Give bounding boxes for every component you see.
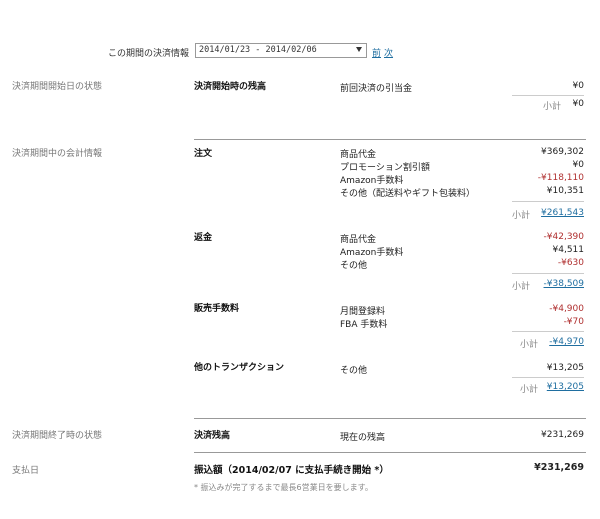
- start-item-value: ¥0: [572, 81, 584, 91]
- orders-item-value: -¥118,110: [537, 173, 584, 183]
- other-item-value: ¥13,205: [546, 363, 584, 373]
- other-item-label: その他: [340, 366, 368, 376]
- payment-heading: 振込額（2014/02/07 に支払手続き開始 *）: [194, 465, 389, 476]
- prev-period-link[interactable]: 前: [372, 46, 381, 59]
- sales-fees-heading: 販売手数料: [194, 304, 240, 314]
- start-item-label: 前回決済の引当金: [340, 84, 413, 94]
- chevron-down-icon[interactable]: [356, 47, 362, 52]
- sales-fees-item-label: 月間登録料: [340, 307, 386, 317]
- orders-item-label: Amazon手数料: [340, 176, 404, 186]
- next-period-link[interactable]: 次: [384, 46, 393, 59]
- orders-item-value: ¥369,302: [541, 147, 584, 157]
- sales-fees-item-label: FBA 手数料: [340, 320, 388, 330]
- orders-item-value: ¥0: [572, 160, 584, 170]
- orders-subtotal-link[interactable]: ¥261,543: [541, 208, 584, 218]
- start-subtotal-value: ¥0: [572, 99, 584, 109]
- refunds-heading: 返金: [194, 233, 213, 243]
- sales-fees-subtotal-label: 小計: [520, 340, 539, 350]
- period-select-value: 2014/01/23 - 2014/02/06: [199, 45, 317, 55]
- orders-heading: 注文: [194, 149, 213, 159]
- section-label-start: 決済期間開始日の状態: [12, 82, 103, 92]
- period-select[interactable]: 2014/01/23 - 2014/02/06: [195, 43, 367, 58]
- start-subtotal-label: 小計: [543, 102, 562, 112]
- orders-subtotal-label: 小計: [512, 211, 531, 221]
- refunds-item-label: その他: [340, 261, 368, 271]
- divider: [512, 201, 584, 202]
- refunds-subtotal-label: 小計: [512, 282, 531, 292]
- period-label: この期間の決済情報: [108, 49, 190, 59]
- other-subtotal-label: 小計: [520, 385, 539, 395]
- other-subtotal-link[interactable]: ¥13,205: [547, 382, 584, 392]
- sales-fees-subtotal-link[interactable]: -¥4,970: [549, 337, 584, 347]
- end-item-label: 現在の残高: [340, 433, 386, 443]
- orders-item-label: 商品代金: [340, 150, 377, 160]
- section-divider: [194, 452, 586, 453]
- orders-item-label: プロモーション割引額: [340, 163, 430, 173]
- refunds-subtotal-link[interactable]: -¥38,509: [544, 279, 584, 289]
- divider: [512, 95, 584, 96]
- refunds-item-label: 商品代金: [340, 235, 377, 245]
- end-heading: 決済残高: [194, 431, 231, 441]
- payment-note: * 振込みが完了するまで最長6営業日を要します。: [194, 483, 373, 492]
- orders-item-label: その他（配送料やギフト包装料）: [340, 189, 476, 199]
- refunds-item-label: Amazon手数料: [340, 248, 404, 258]
- payment-value: ¥231,269: [534, 462, 584, 473]
- section-divider: [194, 139, 586, 140]
- sales-fees-item-value: -¥70: [563, 317, 584, 327]
- orders-item-value: ¥10,351: [546, 186, 584, 196]
- divider: [512, 273, 584, 274]
- divider: [512, 377, 584, 378]
- refunds-item-value: -¥630: [557, 258, 584, 268]
- other-heading: 他のトランザクション: [194, 363, 285, 373]
- refunds-item-value: -¥42,390: [543, 232, 584, 242]
- divider: [512, 331, 584, 332]
- end-item-value: ¥231,269: [541, 430, 584, 440]
- sales-fees-item-value: -¥4,900: [549, 304, 584, 314]
- section-divider: [194, 418, 586, 419]
- refunds-item-value: ¥4,511: [552, 245, 585, 255]
- section-label-payment: 支払日: [12, 466, 40, 476]
- start-heading: 決済開始時の残高: [194, 82, 267, 92]
- section-label-accounting: 決済期間中の会計情報: [12, 149, 103, 159]
- section-label-end: 決済期間終了時の状態: [12, 431, 103, 441]
